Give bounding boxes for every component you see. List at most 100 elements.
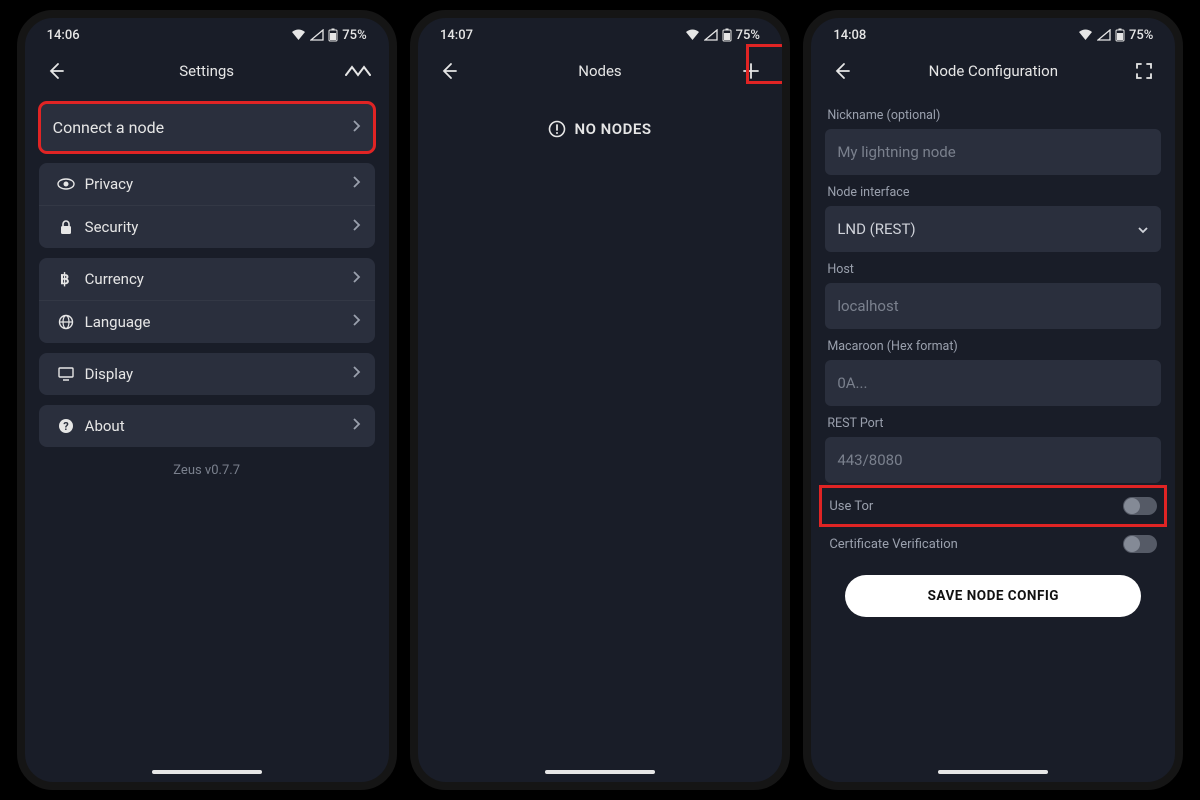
- macaroon-label: Macaroon (Hex format): [827, 339, 1159, 354]
- save-button[interactable]: SAVE NODE CONFIG: [845, 575, 1141, 617]
- battery-percent: 75%: [736, 28, 760, 43]
- interface-select[interactable]: LND (REST): [825, 206, 1161, 252]
- add-node-button[interactable]: [734, 62, 768, 80]
- tor-toggle[interactable]: [1123, 497, 1157, 515]
- question-icon: ?: [53, 418, 79, 434]
- scan-button[interactable]: [1127, 61, 1161, 81]
- cert-toggle[interactable]: [1123, 535, 1157, 553]
- interface-value: LND (REST): [837, 220, 915, 238]
- connect-node-label: Connect a node: [53, 118, 351, 137]
- chevron-right-icon: [351, 313, 361, 331]
- back-arrow-icon: [46, 61, 66, 81]
- status-indicators: 75%: [1078, 28, 1153, 43]
- nickname-placeholder: My lightning node: [837, 143, 955, 161]
- logo-button[interactable]: [341, 63, 375, 79]
- eye-icon: [53, 177, 79, 191]
- nav-handle[interactable]: [545, 770, 655, 774]
- nav-handle[interactable]: [938, 770, 1048, 774]
- settings-row-security[interactable]: Security: [39, 205, 375, 248]
- bitcoin-icon: ฿: [53, 270, 79, 288]
- connect-node-row[interactable]: Connect a node: [39, 102, 375, 153]
- phone-settings: 14:06 75% Settings Connect a node: [17, 10, 397, 790]
- signal-icon: [1097, 29, 1111, 41]
- about-label: About: [85, 417, 351, 435]
- cert-label: Certificate Verification: [829, 537, 958, 552]
- privacy-label: Privacy: [85, 175, 351, 193]
- scan-icon: [1134, 61, 1154, 81]
- chevron-right-icon: [351, 118, 361, 137]
- nickname-label: Nickname (optional): [827, 108, 1159, 123]
- battery-icon: [722, 28, 732, 42]
- battery-icon: [328, 28, 338, 42]
- chevron-down-icon: [1137, 220, 1149, 238]
- alert-icon: [548, 120, 566, 138]
- header: Node Configuration: [811, 48, 1175, 94]
- phone-node-config: 14:08 75% Node Configuration Nickname (o…: [803, 10, 1183, 790]
- empty-state: NO NODES: [432, 120, 768, 138]
- port-placeholder: 443/8080: [837, 451, 902, 469]
- nodes-content: NO NODES: [418, 94, 782, 782]
- status-time: 14:08: [833, 28, 866, 43]
- page-title: Nodes: [418, 62, 782, 80]
- chevron-right-icon: [351, 175, 361, 193]
- settings-row-display[interactable]: Display: [39, 353, 375, 395]
- wifi-icon: [291, 29, 306, 41]
- nickname-input[interactable]: My lightning node: [825, 129, 1161, 175]
- phone-nodes: 14:07 75% Nodes NO NODES: [410, 10, 790, 790]
- security-label: Security: [85, 218, 351, 236]
- back-arrow-icon: [439, 61, 459, 81]
- host-placeholder: localhost: [837, 297, 898, 315]
- plus-icon: [742, 62, 760, 80]
- language-label: Language: [85, 313, 351, 331]
- svg-text:?: ?: [63, 420, 69, 433]
- version-text: Zeus v0.7.7: [39, 463, 375, 478]
- status-bar: 14:08 75%: [811, 18, 1175, 48]
- status-time: 14:07: [440, 28, 473, 43]
- battery-icon: [1115, 28, 1125, 42]
- back-button[interactable]: [432, 61, 466, 81]
- status-time: 14:06: [47, 28, 80, 43]
- config-form: Nickname (optional) My lightning node No…: [811, 94, 1175, 782]
- macaroon-input[interactable]: 0A...: [825, 360, 1161, 406]
- settings-row-privacy[interactable]: Privacy: [39, 163, 375, 205]
- battery-percent: 75%: [1129, 28, 1153, 43]
- chevron-right-icon: [351, 218, 361, 236]
- signal-icon: [310, 29, 324, 41]
- interface-label: Node interface: [827, 185, 1159, 200]
- lock-icon: [53, 219, 79, 235]
- display-icon: [53, 367, 79, 381]
- header: Settings: [25, 48, 389, 94]
- settings-row-language[interactable]: Language: [39, 300, 375, 343]
- tor-toggle-row[interactable]: Use Tor: [825, 487, 1161, 525]
- save-button-label: SAVE NODE CONFIG: [928, 588, 1059, 604]
- chevron-right-icon: [351, 365, 361, 383]
- status-bar: 14:07 75%: [418, 18, 782, 48]
- wifi-icon: [1078, 29, 1093, 41]
- back-button[interactable]: [825, 61, 859, 81]
- display-label: Display: [85, 365, 351, 383]
- host-label: Host: [827, 262, 1159, 277]
- status-indicators: 75%: [685, 28, 760, 43]
- signal-icon: [704, 29, 718, 41]
- port-input[interactable]: 443/8080: [825, 437, 1161, 483]
- page-title: Settings: [25, 62, 389, 80]
- currency-label: Currency: [85, 270, 351, 288]
- wifi-icon: [685, 29, 700, 41]
- chevron-right-icon: [351, 270, 361, 288]
- nav-handle[interactable]: [152, 770, 262, 774]
- settings-row-about[interactable]: ? About: [39, 405, 375, 447]
- macaroon-placeholder: 0A...: [837, 374, 867, 392]
- empty-text: NO NODES: [574, 120, 651, 138]
- zeus-logo-icon: [345, 63, 371, 79]
- back-arrow-icon: [832, 61, 852, 81]
- svg-text:฿: ฿: [60, 270, 70, 288]
- port-label: REST Port: [827, 416, 1159, 431]
- status-indicators: 75%: [291, 28, 366, 43]
- chevron-right-icon: [351, 417, 361, 435]
- page-title: Node Configuration: [811, 62, 1175, 80]
- header: Nodes: [418, 48, 782, 94]
- settings-row-currency[interactable]: ฿ Currency: [39, 258, 375, 300]
- cert-toggle-row[interactable]: Certificate Verification: [825, 525, 1161, 563]
- host-input[interactable]: localhost: [825, 283, 1161, 329]
- back-button[interactable]: [39, 61, 73, 81]
